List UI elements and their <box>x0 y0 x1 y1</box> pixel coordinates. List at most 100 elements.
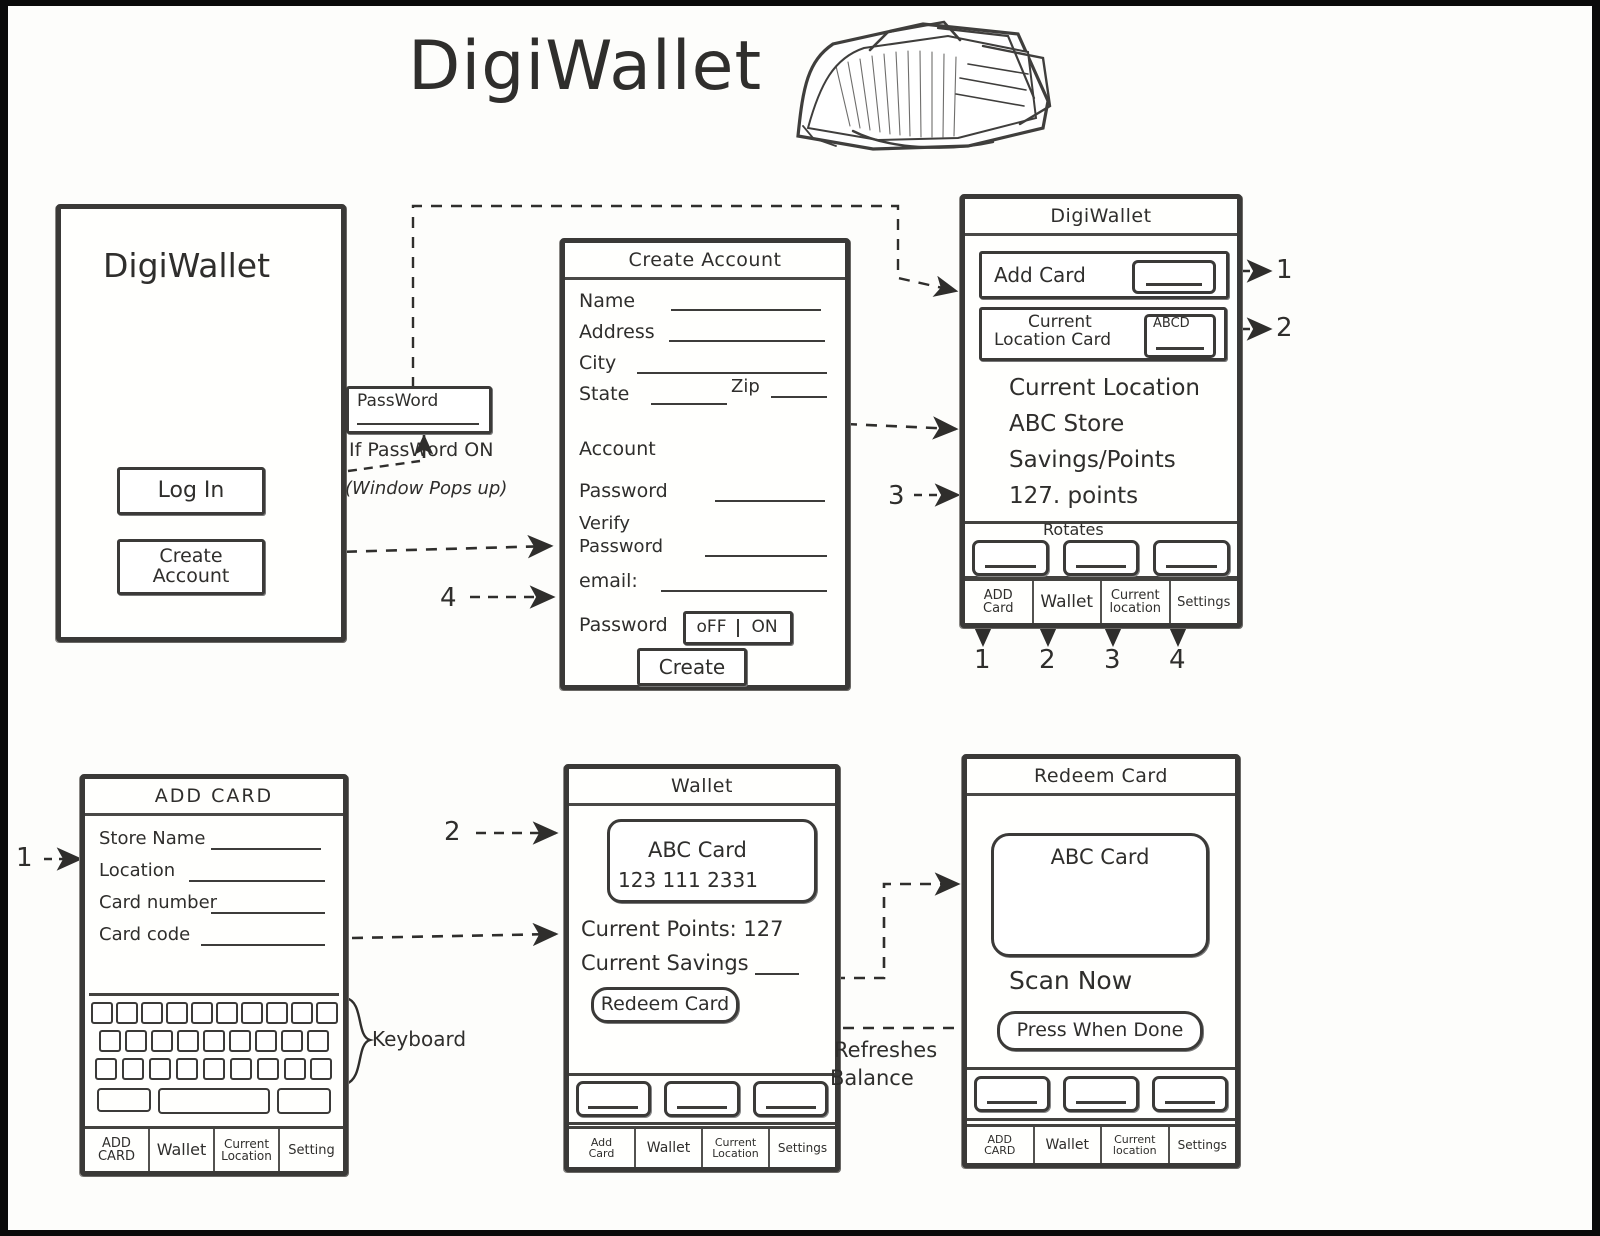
log-in-button[interactable]: Log In <box>117 467 265 515</box>
keyboard-key[interactable] <box>125 1030 147 1052</box>
nav-item-wallet[interactable]: Wallet <box>150 1129 215 1171</box>
add-card-row[interactable]: Add Card <box>979 251 1229 299</box>
carousel-tile-2[interactable] <box>664 1081 740 1117</box>
redeem-card-carousel[interactable] <box>967 1067 1235 1121</box>
create-account-button[interactable]: Create Account <box>117 539 265 595</box>
info-points-value: 127. points <box>1009 483 1139 509</box>
keyboard-key[interactable] <box>190 1002 213 1024</box>
carousel-tile-1[interactable] <box>971 540 1049 576</box>
nav-item-current-location[interactable]: Current Location <box>215 1129 280 1171</box>
nav-item-settings[interactable]: Settings <box>770 1129 835 1167</box>
keyboard-key[interactable] <box>122 1058 145 1080</box>
nav-item-wallet[interactable]: Wallet <box>1035 1127 1102 1163</box>
onscreen-keyboard[interactable] <box>89 993 339 1120</box>
nav-item-settings[interactable]: Settings <box>1170 1127 1236 1163</box>
keyboard-key[interactable] <box>310 1058 333 1080</box>
keyboard-key-modifier[interactable] <box>97 1088 151 1112</box>
keyboard-key[interactable] <box>290 1002 313 1024</box>
current-location-card-row[interactable]: Current Location Card ABCD <box>979 307 1227 361</box>
field-input-state[interactable] <box>651 403 727 405</box>
password-toggle[interactable]: oFF ON <box>683 611 793 645</box>
keyboard-key[interactable] <box>203 1030 225 1052</box>
press-when-done-button[interactable]: Press When Done <box>997 1011 1203 1051</box>
keyboard-key-enter[interactable] <box>277 1088 331 1114</box>
nav-item-add-card[interactable]: ADD CARD <box>967 1127 1035 1163</box>
keyboard-key-space[interactable] <box>158 1088 270 1114</box>
current-location-card-thumb[interactable]: ABCD <box>1144 314 1216 358</box>
keyboard-row-3[interactable] <box>89 1058 339 1080</box>
keyboard-key[interactable] <box>99 1030 121 1052</box>
keyboard-key[interactable] <box>265 1002 288 1024</box>
carousel-tile-2[interactable] <box>1063 1076 1139 1112</box>
field-input-city[interactable] <box>637 372 827 374</box>
carousel-tile-2[interactable] <box>1062 540 1140 576</box>
main-bottom-nav[interactable]: ADD Card Wallet Current location Setting… <box>965 578 1237 623</box>
nav-item-add-card[interactable]: ADD Card <box>965 581 1034 623</box>
wallet-card-carousel[interactable] <box>569 1073 835 1125</box>
keyboard-row-4[interactable] <box>89 1088 339 1114</box>
keyboard-key[interactable] <box>165 1002 188 1024</box>
field-input-verify-password[interactable] <box>705 555 827 557</box>
carousel-tile-3[interactable] <box>1152 1076 1229 1112</box>
redeem-bottom-nav[interactable]: ADD CARD Wallet Current location Setting… <box>967 1124 1235 1163</box>
field-input-email[interactable] <box>661 590 827 592</box>
wallet-card[interactable]: ABC Card 123 111 2331 <box>607 819 817 903</box>
nav-item-wallet[interactable]: Wallet <box>636 1129 703 1167</box>
keyboard-key[interactable] <box>149 1058 172 1080</box>
nav-item-settings[interactable]: Settings <box>1171 581 1238 623</box>
field-input-name[interactable] <box>671 309 821 311</box>
password-popup[interactable]: PassWord <box>346 386 492 434</box>
keyboard-key[interactable] <box>240 1002 263 1024</box>
carousel-tile-3[interactable] <box>1153 540 1230 576</box>
keyboard-key[interactable] <box>95 1058 118 1080</box>
addcard-input-store-name[interactable] <box>211 848 321 850</box>
nav-item-add-card[interactable]: ADD CARD <box>85 1129 150 1171</box>
addcard-input-location[interactable] <box>189 880 325 882</box>
carousel-tile-1[interactable] <box>575 1081 651 1117</box>
keyboard-key[interactable] <box>256 1058 279 1080</box>
nav-item-current-location[interactable]: Current Location <box>703 1129 770 1167</box>
press-when-done-label: Press When Done <box>1016 1019 1184 1042</box>
nav-item-add-card[interactable]: Add Card <box>569 1129 636 1167</box>
keyboard-key[interactable] <box>215 1002 238 1024</box>
password-toggle-on[interactable]: ON <box>739 618 790 637</box>
keyboard-key[interactable] <box>176 1058 199 1080</box>
carousel-tile-1[interactable] <box>973 1076 1050 1112</box>
addcard-label-card-number: Card number <box>99 892 218 913</box>
keyboard-key[interactable] <box>90 1002 113 1024</box>
keyboard-key[interactable] <box>140 1002 163 1024</box>
create-submit-button[interactable]: Create <box>637 648 747 686</box>
field-input-password[interactable] <box>715 500 825 502</box>
password-toggle-off[interactable]: oFF <box>686 618 739 637</box>
addcard-input-card-number[interactable] <box>211 912 325 914</box>
flow-addcard-to-wallet <box>351 922 559 947</box>
keyboard-key[interactable] <box>281 1030 303 1052</box>
field-input-address[interactable] <box>669 340 825 342</box>
add-card-thumb[interactable] <box>1132 260 1216 294</box>
field-input-zip[interactable] <box>771 396 827 398</box>
keyboard-key[interactable] <box>177 1030 199 1052</box>
nav-item-settings[interactable]: Setting <box>280 1129 343 1171</box>
keyboard-key[interactable] <box>229 1058 252 1080</box>
current-location-card-line2: Location Card <box>994 329 1112 350</box>
redeem-card-button[interactable]: Redeem Card <box>591 987 739 1023</box>
keyboard-key[interactable] <box>255 1030 277 1052</box>
redeem-barcode-card[interactable]: ABC Card <box>991 833 1209 957</box>
keyboard-row-2[interactable] <box>89 1030 339 1052</box>
keyboard-row-1[interactable] <box>89 1002 339 1024</box>
keyboard-key[interactable] <box>202 1058 225 1080</box>
nav-item-current-location[interactable]: Current location <box>1102 1127 1170 1163</box>
nav-item-current-location[interactable]: Current location <box>1102 581 1171 623</box>
carousel-tile-3[interactable] <box>753 1081 829 1117</box>
keyboard-key[interactable] <box>229 1030 251 1052</box>
keyboard-key[interactable] <box>151 1030 173 1052</box>
nav-item-wallet[interactable]: Wallet <box>1034 581 1102 623</box>
addcard-bottom-nav[interactable]: ADD CARD Wallet Current Location Setting <box>85 1126 343 1171</box>
addcard-input-card-code[interactable] <box>201 944 325 946</box>
password-popup-input-line[interactable] <box>357 423 479 425</box>
keyboard-key[interactable] <box>307 1030 329 1052</box>
wallet-bottom-nav[interactable]: Add Card Wallet Current Location Setting… <box>569 1126 835 1167</box>
keyboard-key[interactable] <box>283 1058 306 1080</box>
keyboard-key[interactable] <box>115 1002 138 1024</box>
keyboard-key[interactable] <box>315 1002 338 1024</box>
